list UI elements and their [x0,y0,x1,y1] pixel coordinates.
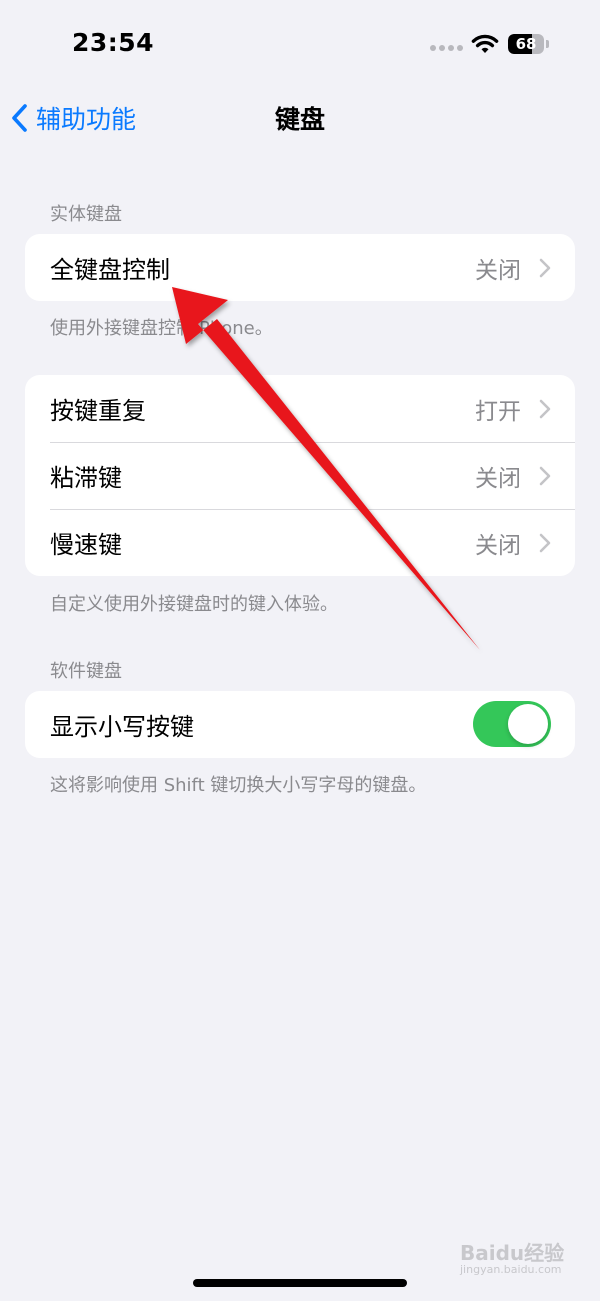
toggle-knob [508,704,548,744]
status-bar: 23:54 68 [0,0,600,90]
baidu-watermark-logo: Baidu经验 jingyan.baidu.com [460,1237,580,1283]
software-keyboard-footer: 这将影响使用 Shift 键切换大小写字母的键盘。 [50,775,427,796]
chevron-right-icon [539,399,551,419]
navigation-bar: 辅助功能 键盘 [0,90,600,146]
software-keyboard-group: 显示小写按键 [25,691,575,758]
row-label: 慢速键 [50,531,122,559]
status-time: 23:54 [72,28,155,57]
key-settings-group: 按键重复 打开 粘滞键 关闭 慢速键 关闭 [25,375,575,576]
row-key-repeat[interactable]: 按键重复 打开 [25,375,575,442]
row-label: 全键盘控制 [50,256,170,284]
physical-keyboard-group: 全键盘控制 关闭 [25,234,575,301]
battery-icon: 68 [508,34,544,54]
cellular-signal-icon [430,43,464,53]
row-value: 关闭 [475,532,521,559]
watermark-sub: jingyan.baidu.com [460,1263,562,1276]
chevron-right-icon [539,466,551,486]
row-value: 关闭 [475,465,521,492]
physical-keyboard-footer: 使用外接键盘控制iPhone。 [50,318,273,339]
page-title: 键盘 [274,105,325,134]
section-header-software-keyboard: 软件键盘 [50,661,122,682]
row-full-keyboard-access[interactable]: 全键盘控制 关闭 [25,234,575,301]
section-header-physical-keyboard: 实体键盘 [50,204,122,225]
wifi-icon [471,34,499,53]
battery-level: 68 [515,35,537,53]
row-label: 按键重复 [50,397,146,425]
show-lowercase-toggle[interactable] [473,701,551,747]
row-show-lowercase-keys: 显示小写按键 [25,691,575,758]
home-indicator[interactable] [193,1279,407,1287]
chevron-right-icon [539,533,551,553]
row-label: 粘滞键 [50,464,122,492]
row-label: 显示小写按键 [50,713,194,741]
row-value: 关闭 [475,257,521,284]
row-slow-keys[interactable]: 慢速键 关闭 [25,509,575,576]
watermark-main: Baidu经验 [460,1241,565,1265]
row-value: 打开 [475,398,521,425]
battery-nub [546,40,549,48]
chevron-right-icon [539,258,551,278]
annotation-arrow-icon [172,287,480,650]
row-sticky-keys[interactable]: 粘滞键 关闭 [25,442,575,509]
key-settings-footer: 自定义使用外接键盘时的键入体验。 [50,594,338,615]
